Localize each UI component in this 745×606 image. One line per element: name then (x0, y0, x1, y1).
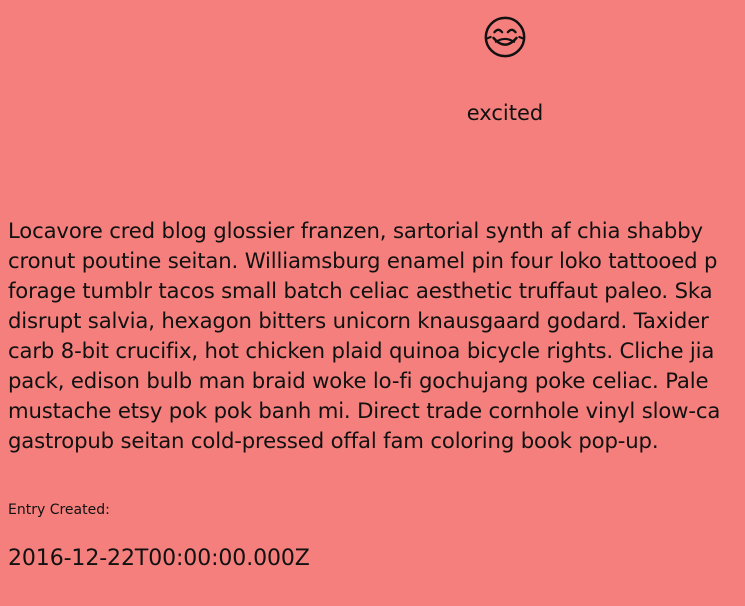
entry-line: Locavore cred blog glossier franzen, sar… (8, 218, 703, 243)
entry-line: pack, edison bulb man braid woke lo-fi g… (8, 368, 709, 393)
entry-line: disrupt salvia, hexagon bitters unicorn … (8, 308, 709, 333)
entry-line: carb 8-bit crucifix, hot chicken plaid q… (8, 338, 715, 363)
laughing-face-icon (484, 16, 526, 58)
entry-line: gastropub seitan cold-pressed offal fam … (8, 428, 659, 453)
entry-line: forage tumblr tacos small batch celiac a… (8, 278, 713, 303)
entry-line: cronut poutine seitan. Williamsburg enam… (8, 248, 718, 273)
mood-icon-wrapper (455, 14, 555, 64)
mood-label: excited (466, 101, 544, 125)
entry-created-label: Entry Created: (8, 502, 110, 518)
entry-line: mustache etsy pok pok banh mi. Direct tr… (8, 398, 721, 423)
entry-body: Locavore cred blog glossier franzen, sar… (8, 216, 745, 456)
entry-created-timestamp: 2016-12-22T00:00:00.000Z (8, 546, 310, 571)
